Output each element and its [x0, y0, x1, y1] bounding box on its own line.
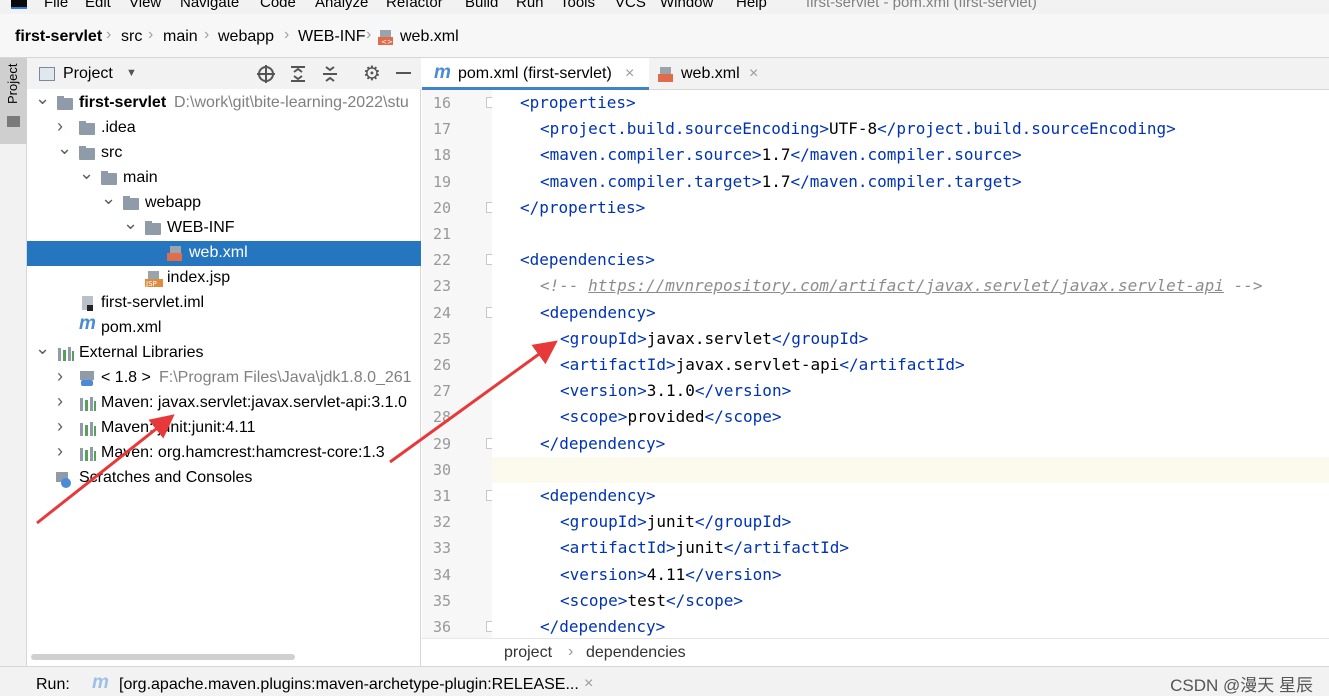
annotation-arrows — [36, 340, 558, 525]
ide-window: File Edit View Navigate Code Analyze Ref… — [0, 0, 1329, 696]
red-arrow-to-library — [36, 414, 175, 525]
red-arrow-to-groupid — [389, 340, 558, 464]
